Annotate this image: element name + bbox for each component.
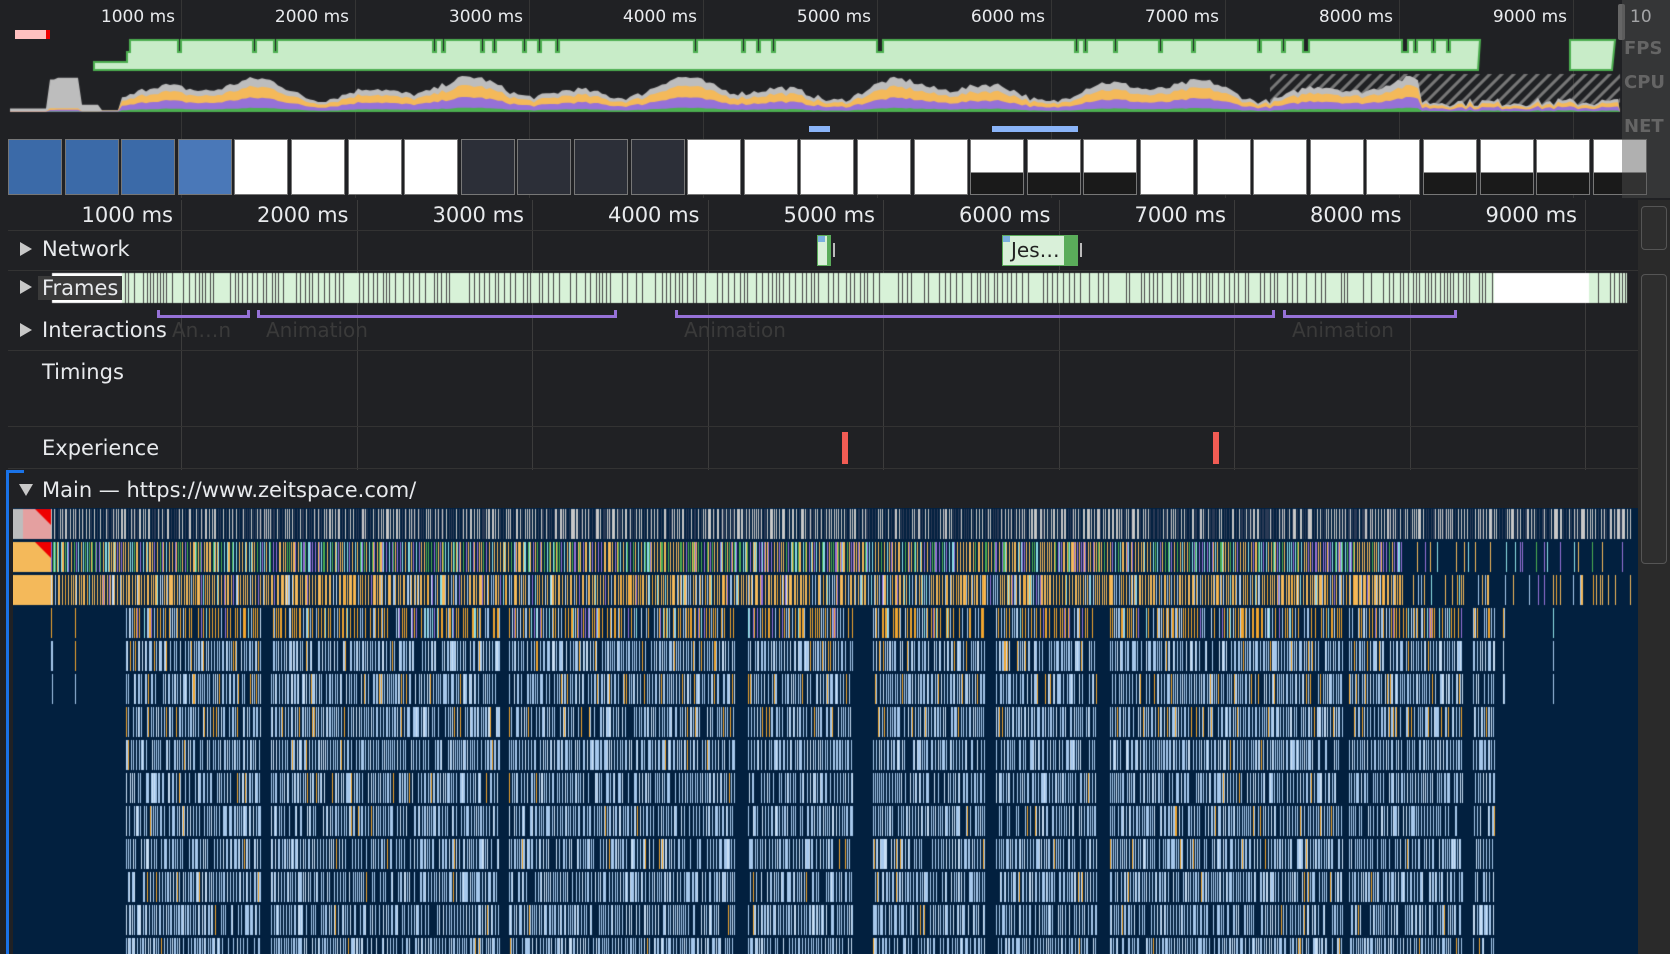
- filmstrip-screenshot[interactable]: [1196, 139, 1251, 195]
- main-track-selection-bracket: [6, 470, 9, 954]
- ruler-tick-label: 6000 ms: [958, 203, 1051, 227]
- filmstrip-screenshot[interactable]: [630, 139, 685, 195]
- filmstrip-screenshot[interactable]: [1140, 139, 1194, 195]
- gridline: [1409, 200, 1411, 470]
- ruler-tick-label: 2000 ms: [256, 203, 349, 227]
- network-request-whisker: [1080, 243, 1082, 257]
- filmstrip-screenshot[interactable]: [574, 139, 628, 195]
- gridline: [532, 200, 533, 470]
- track-interactions[interactable]: Interactions: [42, 318, 167, 342]
- filmstrip-screenshot[interactable]: [857, 139, 911, 195]
- ruler-tick-label: 4000 ms: [607, 203, 700, 227]
- ruler-tick-label: 8000 ms: [1309, 203, 1402, 227]
- filmstrip-screenshot[interactable]: [8, 139, 62, 195]
- overview-dim-right: [1622, 0, 1670, 198]
- expand-network-icon[interactable]: [20, 242, 32, 256]
- main-track-selection-bracket-top: [6, 470, 24, 473]
- ruler-tick-label: 1000 ms: [81, 203, 173, 227]
- gridline: [883, 200, 884, 470]
- network-request-whisker: [833, 243, 835, 257]
- filmstrip-screenshot[interactable]: [1423, 139, 1477, 195]
- filmstrip-screenshot[interactable]: [291, 139, 345, 195]
- filmstrip-screenshot[interactable]: [404, 139, 459, 195]
- scrollbar-thumb[interactable]: [1641, 274, 1667, 564]
- filmstrip-screenshot[interactable]: [121, 139, 176, 195]
- net-request-bar: [809, 126, 830, 132]
- track-experience: Experience: [42, 436, 160, 460]
- filmstrip-screenshot[interactable]: [970, 139, 1025, 195]
- filmstrip-screenshot[interactable]: [1253, 139, 1308, 195]
- ruler-tick-label: 3000 ms: [432, 203, 524, 227]
- filmstrip-screenshot[interactable]: [1309, 139, 1364, 195]
- network-request-label: Jes…: [1011, 238, 1060, 262]
- layout-shift-marker[interactable]: [1213, 432, 1219, 464]
- ruler-tick-label: 7000 ms: [1134, 203, 1226, 227]
- interaction-animation[interactable]: [257, 310, 617, 318]
- layout-shift-marker[interactable]: [842, 432, 848, 464]
- collapse-main-icon[interactable]: [19, 484, 33, 496]
- filmstrip-screenshot[interactable]: [460, 139, 515, 195]
- gridline: [1585, 200, 1586, 470]
- interaction-animation[interactable]: [157, 310, 250, 318]
- interaction-label: An…n: [172, 318, 232, 342]
- track-network[interactable]: Network: [42, 237, 130, 261]
- filmstrip-screenshot[interactable]: [234, 139, 289, 195]
- filmstrip-screenshot[interactable]: [517, 139, 572, 195]
- filmstrip-screenshot[interactable]: [800, 139, 855, 195]
- track-timings: Timings: [42, 360, 124, 384]
- filmstrip-screenshot[interactable]: [1366, 139, 1421, 195]
- filmstrip-screenshot[interactable]: [64, 139, 119, 195]
- filmstrip-screenshot[interactable]: [913, 139, 968, 195]
- network-request[interactable]: [817, 235, 831, 266]
- filmstrip-screenshot[interactable]: [347, 139, 402, 195]
- main-flame-chart[interactable]: [13, 508, 1638, 954]
- filmstrip-screenshot[interactable]: [743, 139, 798, 195]
- interaction-animation[interactable]: [1283, 310, 1457, 318]
- gridline: [1234, 200, 1235, 470]
- filmstrip-screenshot[interactable]: [177, 139, 232, 195]
- frames-track[interactable]: [0, 271, 1670, 307]
- overview-fps-cpu-chart: [0, 0, 1640, 136]
- filmstrip-screenshot[interactable]: [687, 139, 742, 195]
- filmstrip-screenshot[interactable]: [1026, 139, 1081, 195]
- interaction-animation[interactable]: [675, 310, 1275, 318]
- scrollbar-thumb[interactable]: [1641, 206, 1667, 250]
- track-frames[interactable]: Frames: [38, 276, 123, 300]
- filmstrip-screenshot[interactable]: [1479, 139, 1534, 195]
- net-request-bar: [992, 126, 1078, 132]
- interaction-label: Animation: [684, 318, 786, 342]
- ruler-tick-label: 5000 ms: [783, 203, 875, 227]
- track-main[interactable]: Main — https://www.zeitspace.com/: [42, 478, 416, 502]
- network-request[interactable]: Jes…: [1002, 235, 1078, 266]
- interaction-label: Animation: [266, 318, 368, 342]
- ruler-tick-label: 9000 ms: [1485, 203, 1577, 227]
- expand-interactions-icon[interactable]: [20, 323, 32, 337]
- interaction-label: Animation: [1292, 318, 1394, 342]
- filmstrip-screenshot[interactable]: [1083, 139, 1138, 195]
- filmstrip-screenshot[interactable]: [1536, 139, 1591, 195]
